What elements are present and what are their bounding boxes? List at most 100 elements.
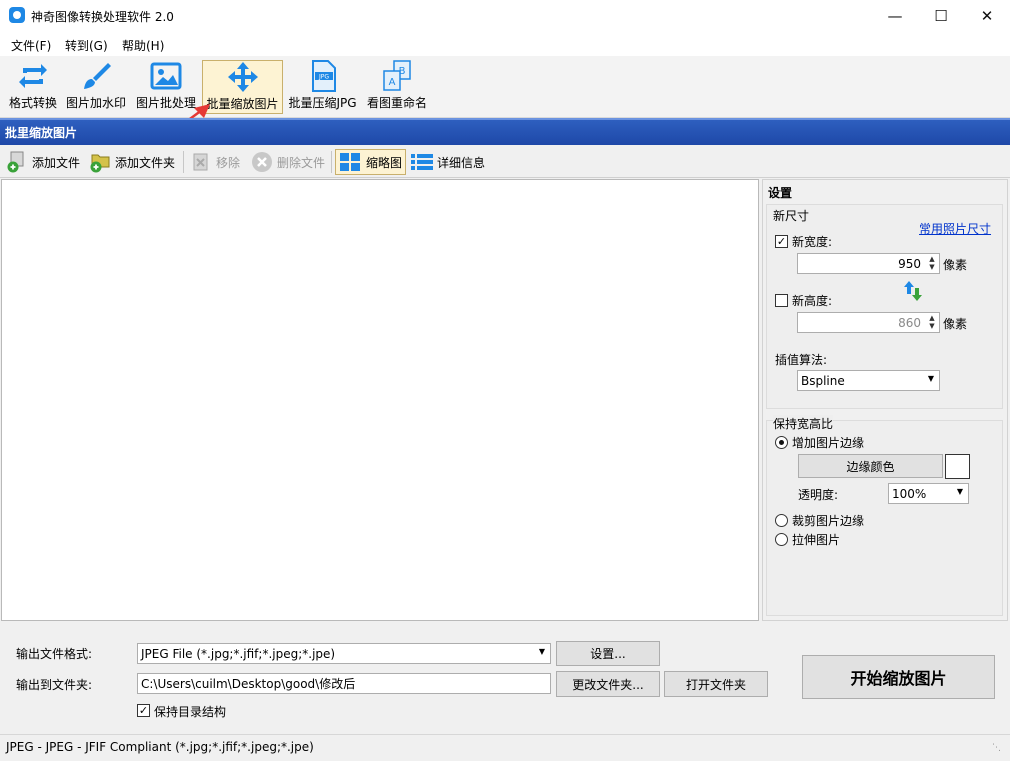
- keep-structure-label: 保持目录结构: [154, 705, 227, 719]
- new-size-group: 新尺寸 常用照片尺寸 ✓ 新宽度: 950 ▲ ▼ 像素 新高度: 860 ▲ ▼ …: [766, 204, 1003, 409]
- rename-icon: BA: [380, 60, 414, 92]
- swap-arrows-icon[interactable]: [903, 280, 923, 302]
- ribbon-batch-compress-jpg[interactable]: JPG 批量压缩JPG: [287, 60, 358, 114]
- list-icon: [411, 154, 433, 170]
- delete-icon: [252, 152, 272, 172]
- details-view-button[interactable]: 详细信息: [410, 149, 485, 175]
- add-folder-label: 添加文件夹: [115, 155, 176, 170]
- start-resize-button[interactable]: 开始缩放图片: [802, 655, 995, 699]
- toolbar-separator: [331, 151, 332, 173]
- interpolation-select[interactable]: Bspline ▼: [797, 370, 940, 391]
- crop-border-label: 裁剪图片边缘: [792, 514, 865, 528]
- height-checkbox[interactable]: [775, 294, 788, 307]
- height-label: 新高度:: [792, 294, 833, 308]
- border-color-button[interactable]: 边缘颜色: [798, 454, 943, 478]
- output-panel: 输出文件格式: JPEG File (*.jpg;*.jfif;*.jpeg;*…: [0, 623, 1010, 733]
- brush-icon: [79, 60, 113, 92]
- ribbon-toolbar: 格式转换 图片加水印 图片批处理 批量缩放图片 JPG 批量压缩JPG BA 看…: [0, 56, 1010, 152]
- border-color-swatch[interactable]: [945, 454, 970, 479]
- ribbon-rename[interactable]: BA 看图重命名: [365, 60, 429, 114]
- image-icon: [149, 60, 183, 92]
- move-arrows-icon: [226, 61, 260, 93]
- transparency-value: 100%: [892, 486, 927, 501]
- format-select[interactable]: JPEG File (*.jpg;*.jfif;*.jpeg;*.jpe) ▼: [137, 643, 551, 664]
- dropdown-arrow-icon: ▼: [956, 487, 963, 496]
- thumbnail-view-button[interactable]: 缩略图: [335, 149, 407, 175]
- status-bar: JPEG - JPEG - JFIF Compliant (*.jpg;*.jf…: [0, 734, 1010, 761]
- add-file-button[interactable]: 添加文件: [6, 149, 80, 175]
- svg-text:JPG: JPG: [317, 74, 328, 81]
- app-icon: [9, 7, 25, 23]
- width-unit: 像素: [943, 258, 968, 272]
- open-folder-button[interactable]: 打开文件夹: [664, 671, 768, 697]
- menu-goto[interactable]: 转到(G): [65, 37, 108, 54]
- menu-file[interactable]: 文件(F): [11, 37, 51, 54]
- spin-arrows-icon[interactable]: ▲ ▼: [927, 314, 937, 330]
- add-border-radio[interactable]: [775, 436, 788, 449]
- ribbon-format-convert[interactable]: 格式转换: [6, 60, 60, 114]
- dropdown-arrow-icon: ▼: [927, 374, 934, 383]
- height-input[interactable]: 860 ▲ ▼: [797, 312, 940, 333]
- width-value: 950: [898, 256, 921, 271]
- stretch-label: 拉伸图片: [792, 533, 841, 547]
- close-button[interactable]: ✕: [964, 0, 1010, 32]
- aspect-ratio-group: 保持宽高比 增加图片边缘 边缘颜色 透明度: 100% ▼ 裁剪图片边缘 拉伸图…: [766, 415, 1003, 616]
- settings-panel: 设置 新尺寸 常用照片尺寸 ✓ 新宽度: 950 ▲ ▼ 像素 新高度: 860 …: [762, 179, 1008, 621]
- interpolation-label: 插值算法:: [775, 353, 828, 367]
- common-sizes-link[interactable]: 常用照片尺寸: [919, 220, 991, 237]
- window-title: 神奇图像转换处理软件 2.0: [31, 10, 174, 24]
- details-label: 详细信息: [437, 155, 486, 170]
- resize-grip-icon[interactable]: ⋱: [992, 743, 1001, 753]
- new-size-title: 新尺寸: [773, 209, 810, 223]
- width-label: 新宽度:: [792, 235, 833, 249]
- menu-bar: 文件(F) 转到(G) 帮助(H): [0, 32, 1010, 56]
- format-label: 输出文件格式:: [16, 647, 93, 661]
- toolbar-separator: [183, 151, 184, 173]
- transparency-label: 透明度:: [798, 488, 839, 502]
- keep-structure-checkbox[interactable]: ✓: [137, 704, 150, 717]
- grid-icon: [340, 153, 360, 171]
- jpg-file-icon: JPG: [306, 60, 340, 92]
- add-file-icon: [7, 151, 24, 173]
- section-header: 批里缩放图片: [0, 118, 1010, 145]
- add-border-label: 增加图片边缘: [792, 436, 865, 450]
- crop-border-radio[interactable]: [775, 514, 788, 527]
- rotate-arrows-icon: [16, 60, 50, 92]
- remove-icon: [193, 153, 208, 171]
- title-bar: 神奇图像转换处理软件 2.0 — ☐ ✕: [0, 0, 1010, 32]
- aspect-ratio-title: 保持宽高比: [773, 415, 834, 432]
- ribbon-label: 图片加水印: [65, 96, 126, 110]
- output-folder-label: 输出到文件夹:: [16, 678, 93, 692]
- ribbon-label: 看图重命名: [366, 96, 427, 110]
- width-checkbox[interactable]: ✓: [775, 235, 788, 248]
- remove-label: 移除: [216, 155, 241, 170]
- delete-file-label: 删除文件: [277, 155, 326, 170]
- settings-title: 设置: [768, 186, 793, 200]
- dropdown-arrow-icon: ▼: [538, 647, 545, 656]
- minimize-button[interactable]: —: [872, 0, 918, 32]
- height-value: 860: [898, 315, 921, 330]
- format-settings-button[interactable]: 设置...: [556, 641, 660, 666]
- remove-button[interactable]: 移除: [190, 149, 240, 175]
- status-text: JPEG - JPEG - JFIF Compliant (*.jpg;*.jf…: [6, 740, 314, 754]
- change-folder-button[interactable]: 更改文件夹...: [556, 671, 660, 697]
- svg-text:A: A: [389, 77, 396, 88]
- stretch-radio[interactable]: [775, 533, 788, 546]
- ribbon-watermark[interactable]: 图片加水印: [65, 60, 127, 114]
- delete-file-button[interactable]: 删除文件: [251, 149, 325, 175]
- add-folder-icon: [90, 154, 110, 173]
- maximize-button[interactable]: ☐: [918, 0, 964, 32]
- ribbon-label: 格式转换: [8, 96, 57, 110]
- width-input[interactable]: 950 ▲ ▼: [797, 253, 940, 274]
- transparency-select[interactable]: 100% ▼: [888, 483, 969, 504]
- file-toolbar: 添加文件 添加文件夹 移除 删除文件 缩略图 详细信息: [0, 145, 1010, 178]
- menu-help[interactable]: 帮助(H): [122, 37, 164, 54]
- section-title: 批里缩放图片: [5, 126, 78, 140]
- output-folder-input[interactable]: C:\Users\cuilm\Desktop\good\修改后: [137, 673, 551, 694]
- thumbnail-label: 缩略图: [366, 155, 403, 170]
- ribbon-label: 批量压缩JPG: [288, 96, 357, 110]
- image-preview-area[interactable]: [1, 179, 759, 621]
- add-folder-button[interactable]: 添加文件夹: [89, 149, 175, 175]
- spin-arrows-icon[interactable]: ▲ ▼: [927, 255, 937, 271]
- add-file-label: 添加文件: [32, 155, 81, 170]
